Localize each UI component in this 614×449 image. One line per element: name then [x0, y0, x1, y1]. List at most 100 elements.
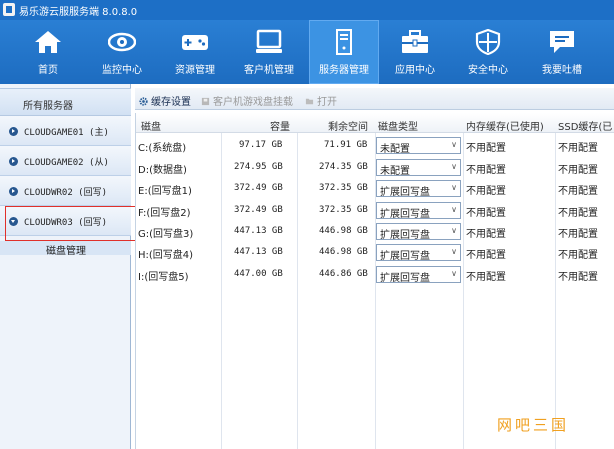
chevron-down-icon: ∨	[451, 226, 457, 235]
gear-icon	[139, 97, 148, 106]
free-space-cell: 446.86 GB	[319, 269, 368, 279]
shield-icon	[475, 29, 501, 55]
nav-resource-management[interactable]: 资源管理	[160, 20, 230, 84]
server-icon	[336, 29, 352, 55]
disk-type-select[interactable]: 扩展回写盘 ∨	[376, 244, 461, 262]
capacity-cell: 372.49 GB	[234, 205, 283, 215]
folder-icon	[305, 98, 314, 105]
disk-cell: I:(回写盘5)	[138, 272, 189, 283]
memory-cache-cell: 不用配置	[466, 165, 506, 176]
disk-cell: F:(回写盘2)	[138, 208, 191, 219]
chevron-down-icon: ∨	[451, 205, 457, 214]
disk-table: 磁盘 容量 剩余空间 磁盘类型 内存缓存(已使用) SSD缓存(已 C:(系统盘…	[135, 113, 614, 449]
table-row[interactable]: H:(回写盘4) 447.13 GB 446.98 GB 扩展回写盘 ∨ 不用配置…	[136, 242, 614, 263]
expand-arrow-icon	[9, 157, 18, 166]
free-space-cell: 274.35 GB	[319, 162, 368, 172]
table-row[interactable]: C:(系统盘) 97.17 GB 71.91 GB 未配置 ∨ 不用配置 不用配置	[136, 135, 614, 156]
expand-arrow-icon	[9, 187, 18, 196]
memory-cache-cell: 不用配置	[466, 208, 506, 219]
ssd-cache-cell: 不用配置	[558, 165, 598, 176]
cache-settings-button[interactable]: 缓存设置	[139, 93, 191, 108]
disk-management-item[interactable]: 磁盘管理	[0, 241, 131, 257]
all-servers-header[interactable]: 所有服务器	[0, 88, 131, 116]
nav-server-management[interactable]: 服务器管理	[309, 20, 379, 84]
nav-feedback[interactable]: 我要吐槽	[527, 20, 597, 84]
table-row[interactable]: D:(数据盘) 274.95 GB 274.35 GB 未配置 ∨ 不用配置 不用…	[136, 157, 614, 178]
column-header-ssd-cache[interactable]: SSD缓存(已	[558, 118, 612, 133]
disk-cell: E:(回写盘1)	[138, 186, 192, 197]
nav-home[interactable]: 首页	[13, 20, 83, 84]
disk-type-select[interactable]: 扩展回写盘 ∨	[376, 202, 461, 220]
nav-app-center[interactable]: 应用中心	[380, 20, 450, 84]
ssd-cache-cell: 不用配置	[558, 143, 598, 154]
server-item-cloudgame01[interactable]: CLOUDGAME01 (主)	[0, 116, 131, 146]
memory-cache-cell: 不用配置	[466, 143, 506, 154]
free-space-cell: 446.98 GB	[319, 247, 368, 257]
ssd-cache-cell: 不用配置	[558, 208, 598, 219]
server-item-cloudwr02[interactable]: CLOUDWR02 (回写)	[0, 176, 131, 206]
disk-cell: C:(系统盘)	[138, 143, 187, 154]
chevron-down-icon: ∨	[451, 247, 457, 256]
ssd-cache-cell: 不用配置	[558, 250, 598, 261]
column-header-free-space[interactable]: 剩余空间	[328, 118, 368, 133]
disk-type-select[interactable]: 未配置 ∨	[376, 159, 461, 177]
column-header-capacity[interactable]: 容量	[270, 118, 290, 133]
memory-cache-cell: 不用配置	[466, 229, 506, 240]
ssd-cache-cell: 不用配置	[558, 186, 598, 197]
table-row[interactable]: E:(回写盘1) 372.49 GB 372.35 GB 扩展回写盘 ∨ 不用配置…	[136, 178, 614, 199]
free-space-cell: 372.35 GB	[319, 183, 368, 193]
chevron-down-icon: ∨	[451, 162, 457, 171]
gamepad-icon	[182, 35, 208, 50]
column-header-disk[interactable]: 磁盘	[141, 118, 161, 133]
nav-security-center[interactable]: 安全中心	[453, 20, 523, 84]
watermark: 网吧三国	[497, 416, 570, 434]
ssd-cache-cell: 不用配置	[558, 229, 598, 240]
open-button[interactable]: 打开	[305, 93, 337, 108]
disk-type-select[interactable]: 扩展回写盘 ∨	[376, 223, 461, 241]
capacity-cell: 447.00 GB	[234, 269, 283, 279]
capacity-cell: 447.13 GB	[234, 226, 283, 236]
disk-type-select[interactable]: 未配置 ∨	[376, 137, 461, 155]
toolbar: 缓存设置 客户机游戏盘挂载 打开	[135, 88, 614, 110]
home-icon	[35, 31, 61, 53]
chevron-down-icon: ∨	[451, 140, 457, 149]
table-header: 磁盘 容量 剩余空间 磁盘类型 内存缓存(已使用) SSD缓存(已	[136, 113, 614, 133]
disk-icon	[201, 97, 210, 106]
server-item-cloudgame02[interactable]: CLOUDGAME02 (从)	[0, 146, 131, 176]
capacity-cell: 274.95 GB	[234, 162, 283, 172]
disk-type-select[interactable]: 扩展回写盘 ∨	[376, 266, 461, 284]
disk-type-select[interactable]: 扩展回写盘 ∨	[376, 180, 461, 198]
mount-game-disk-button[interactable]: 客户机游戏盘挂载	[201, 93, 293, 108]
memory-cache-cell: 不用配置	[466, 186, 506, 197]
disk-cell: D:(数据盘)	[138, 165, 187, 176]
eye-icon	[108, 32, 136, 52]
chevron-down-icon: ∨	[451, 183, 457, 192]
main-nav: 首页 监控中心 资源管理 客户机管理 服务器管理 应用中心 安全中心 我要吐槽	[0, 20, 614, 84]
memory-cache-cell: 不用配置	[466, 272, 506, 283]
chat-icon	[550, 31, 574, 53]
column-header-memory-cache[interactable]: 内存缓存(已使用)	[466, 118, 544, 133]
nav-client-management[interactable]: 客户机管理	[234, 20, 304, 84]
table-row[interactable]: G:(回写盘3) 447.13 GB 446.98 GB 扩展回写盘 ∨ 不用配置…	[136, 221, 614, 242]
column-header-disk-type[interactable]: 磁盘类型	[378, 118, 418, 133]
expand-arrow-icon	[9, 127, 18, 136]
table-row[interactable]: F:(回写盘2) 372.49 GB 372.35 GB 扩展回写盘 ∨ 不用配置…	[136, 200, 614, 221]
server-item-cloudwr03[interactable]: CLOUDWR03 (回写)	[0, 206, 131, 236]
toolbox-icon	[402, 30, 428, 53]
server-tree-panel: 所有服务器 CLOUDGAME01 (主) CLOUDGAME02 (从) CL…	[0, 84, 131, 449]
memory-cache-cell: 不用配置	[466, 250, 506, 261]
title-bar: 易乐游云服服务端 8.0.8.0	[0, 0, 614, 20]
collapse-arrow-icon	[9, 217, 18, 226]
disk-cell: H:(回写盘4)	[138, 250, 194, 261]
table-row[interactable]: I:(回写盘5) 447.00 GB 446.86 GB 扩展回写盘 ∨ 不用配置…	[136, 264, 614, 285]
capacity-cell: 372.49 GB	[234, 183, 283, 193]
free-space-cell: 372.35 GB	[319, 205, 368, 215]
capacity-cell: 447.13 GB	[234, 247, 283, 257]
capacity-cell: 97.17 GB	[239, 140, 283, 150]
ssd-cache-cell: 不用配置	[558, 272, 598, 283]
free-space-cell: 71.91 GB	[324, 140, 368, 150]
chevron-down-icon: ∨	[451, 269, 457, 278]
app-logo-icon	[3, 3, 15, 16]
nav-monitor-center[interactable]: 监控中心	[87, 20, 157, 84]
disk-cell: G:(回写盘3)	[138, 229, 194, 240]
